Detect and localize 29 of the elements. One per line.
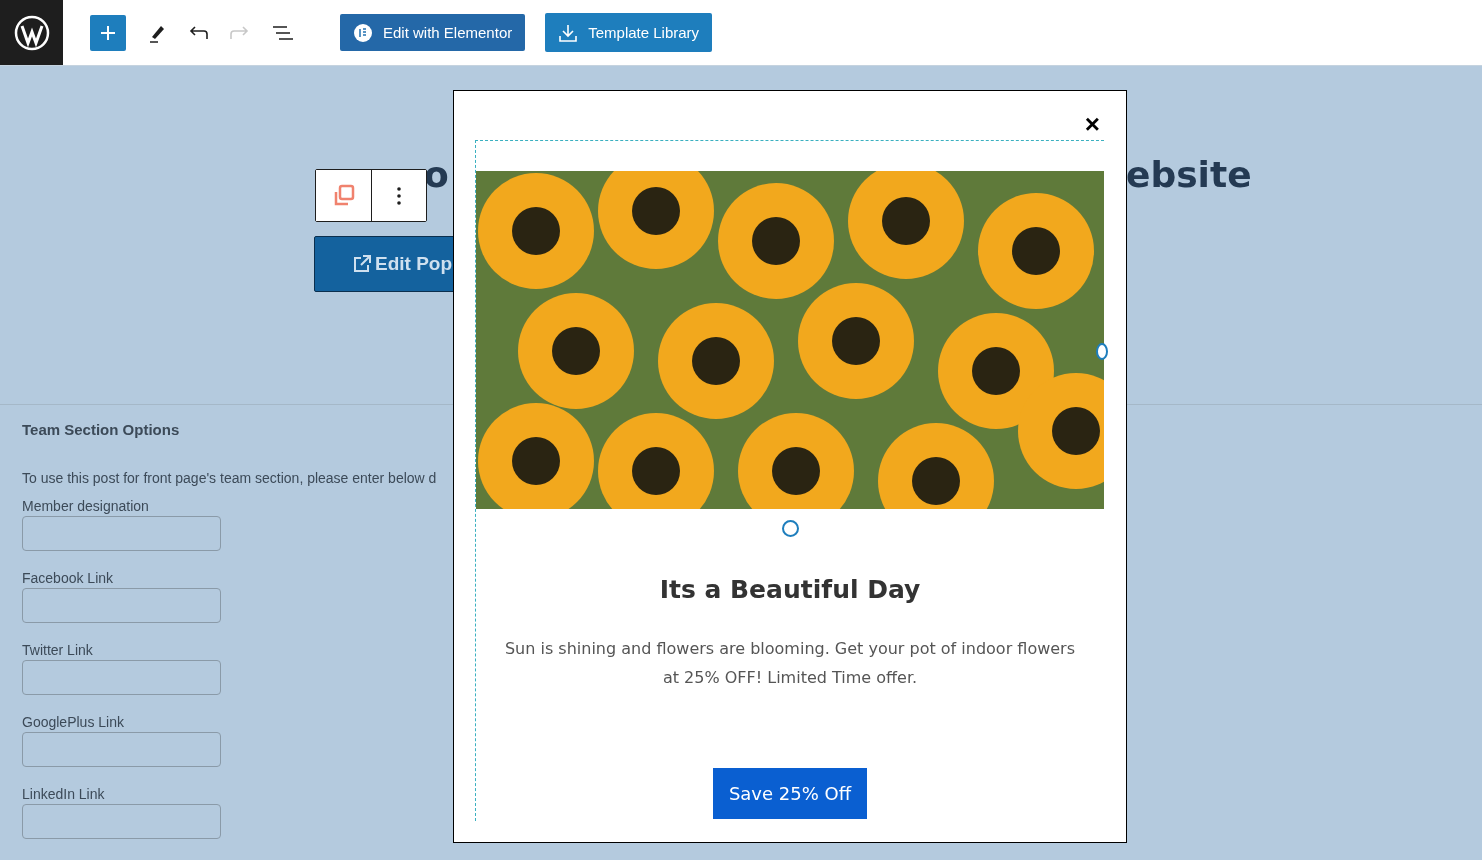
edit-with-elementor-button[interactable]: Edit with Elementor (340, 14, 526, 51)
save-offer-button[interactable]: Save 25% Off (712, 768, 868, 819)
input-field[interactable] (22, 660, 221, 695)
field-label: Twitter Link (22, 642, 93, 658)
close-button[interactable]: × (1084, 111, 1100, 137)
external-link-icon (353, 255, 371, 273)
field-label: LinkedIn Link (22, 786, 105, 802)
add-block-icon[interactable] (90, 14, 126, 51)
field-label: Member designation (22, 498, 149, 514)
template-library-button[interactable]: Template Library (545, 13, 713, 52)
input-field[interactable] (22, 804, 221, 839)
page-heading-fragment: o (424, 154, 449, 195)
input-field[interactable] (22, 732, 221, 767)
popup-text: Sun is shining and flowers are blooming. Get your pot of indoor flowers at 25% OFF! Limited Time offer. (503, 638, 1077, 689)
undo-icon[interactable] (188, 25, 208, 40)
input-field[interactable] (22, 588, 221, 623)
list-view-icon[interactable] (272, 25, 294, 40)
field-label: Facebook Link (22, 570, 114, 586)
download-icon (558, 22, 579, 43)
elementor-icon (353, 22, 373, 43)
field-label: GooglePlus Link (22, 714, 124, 730)
page-heading-fragment: ebsite (1126, 154, 1252, 195)
section-title: Team Section Options (22, 421, 181, 440)
more-options-icon[interactable] (371, 170, 426, 221)
resize-handle-icon[interactable] (781, 520, 799, 537)
popup-heading: Its a Beautiful Day (659, 575, 921, 604)
wordpress-logo-icon[interactable] (0, 0, 63, 65)
section-description: To use this post for front page's team section, please enter below d (22, 470, 438, 486)
input-field[interactable] (22, 516, 221, 551)
